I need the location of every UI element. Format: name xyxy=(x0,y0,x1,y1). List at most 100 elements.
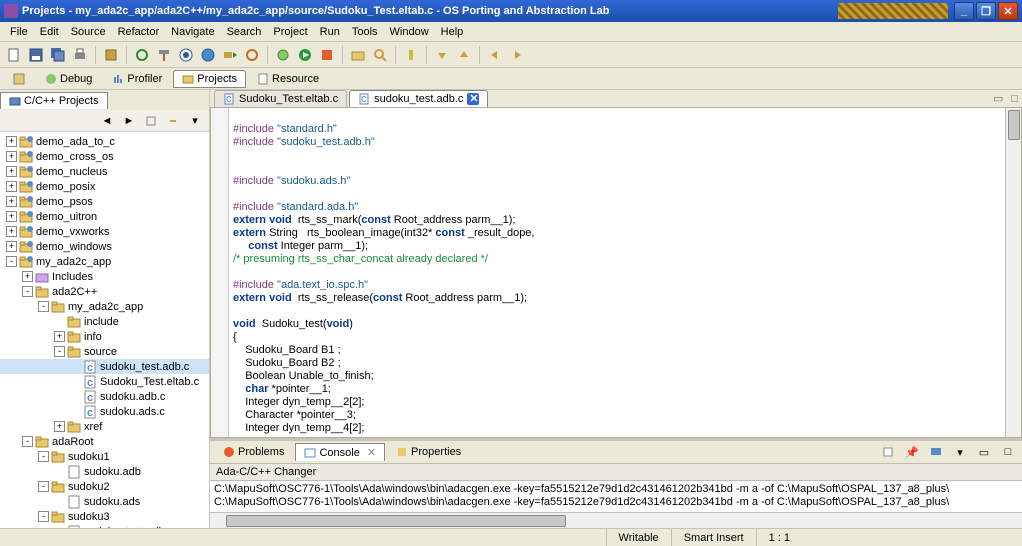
tree-expand-icon[interactable]: + xyxy=(54,331,65,342)
editor-vscrollbar[interactable] xyxy=(1005,108,1021,437)
console-max-icon[interactable]: □ xyxy=(998,442,1018,462)
tree-node[interactable]: +Includes xyxy=(0,269,209,284)
perspective-debug[interactable]: Debug xyxy=(36,70,101,88)
fwd-nav-icon[interactable]: ► xyxy=(119,111,139,131)
tree-node[interactable]: +demo_posix xyxy=(0,179,209,194)
editor-minimize-icon[interactable]: ▭ xyxy=(989,90,1007,107)
editor-content[interactable]: #include "standard.h"#include "sudoku_te… xyxy=(229,108,1005,437)
menu-source[interactable]: Source xyxy=(65,24,112,40)
tree-node[interactable]: -my_ada2c_app xyxy=(0,299,209,314)
projects-view-tab[interactable]: C/C++ Projects xyxy=(0,92,108,109)
tree-node[interactable]: include xyxy=(0,314,209,329)
tree-expand-icon[interactable]: + xyxy=(22,271,33,282)
run-button[interactable] xyxy=(295,45,315,65)
console-tab-close[interactable]: ✕ xyxy=(367,446,376,459)
tree-node[interactable]: -my_ada2c_app xyxy=(0,254,209,269)
console-clear-icon[interactable] xyxy=(878,442,898,462)
tree-node[interactable]: -sudoku2 xyxy=(0,479,209,494)
tree-node[interactable]: +demo_psos xyxy=(0,194,209,209)
new-folder-button[interactable] xyxy=(348,45,368,65)
menu-window[interactable]: Window xyxy=(384,24,435,40)
tree-node[interactable]: csudoku_test.adb.c xyxy=(0,359,209,374)
tree-node[interactable]: sudoku.adb xyxy=(0,464,209,479)
editor-maximize-icon[interactable]: □ xyxy=(1007,91,1022,107)
tree-node[interactable]: csudoku.adb.c xyxy=(0,389,209,404)
next-annot-button[interactable] xyxy=(432,45,452,65)
tree-node[interactable]: csudoku.ads.c xyxy=(0,404,209,419)
tree-expand-icon[interactable]: - xyxy=(38,451,49,462)
console-min-icon[interactable]: ▭ xyxy=(974,442,994,462)
build-button[interactable] xyxy=(101,45,121,65)
console-pin-icon[interactable]: 📌 xyxy=(902,442,922,462)
target-button[interactable] xyxy=(176,45,196,65)
back-button[interactable] xyxy=(485,45,505,65)
menu-search[interactable]: Search xyxy=(221,24,268,40)
code-editor[interactable]: #include "standard.h"#include "sudoku_te… xyxy=(210,107,1022,438)
menu-run[interactable]: Run xyxy=(314,24,346,40)
tree-expand-icon[interactable]: + xyxy=(6,136,17,147)
print-button[interactable] xyxy=(70,45,90,65)
refresh-button[interactable] xyxy=(132,45,152,65)
tree-node[interactable]: -ada2C++ xyxy=(0,284,209,299)
tree-expand-icon[interactable]: - xyxy=(54,346,65,357)
hammer-button[interactable] xyxy=(154,45,174,65)
tree-node[interactable]: cSudoku_Test.eltab.c xyxy=(0,374,209,389)
console-open-icon[interactable]: ▾ xyxy=(950,442,970,462)
properties-tab[interactable]: Properties xyxy=(387,443,470,461)
perspective-profiler[interactable]: Profiler xyxy=(103,70,171,88)
editor-tab-close-icon[interactable]: ✕ xyxy=(467,93,479,105)
save-button[interactable] xyxy=(26,45,46,65)
menu-help[interactable]: Help xyxy=(435,24,470,40)
hscroll-thumb[interactable] xyxy=(226,515,566,527)
console-output[interactable]: C:\MapuSoft\OSC776-1\Tools\Ada\windows\b… xyxy=(210,481,1022,512)
console-hscrollbar[interactable] xyxy=(210,512,1022,528)
mark-button[interactable] xyxy=(401,45,421,65)
link-icon[interactable] xyxy=(163,111,183,131)
menu-project[interactable]: Project xyxy=(267,24,313,40)
restore-button[interactable]: ❐ xyxy=(976,2,996,20)
sync-button[interactable] xyxy=(242,45,262,65)
tree-expand-icon[interactable]: + xyxy=(6,241,17,252)
tree-node[interactable]: -sudoku1 xyxy=(0,449,209,464)
collapse-icon[interactable] xyxy=(141,111,161,131)
project-tree[interactable]: +demo_ada_to_c+demo_cross_os+demo_nucleu… xyxy=(0,132,209,528)
vscroll-thumb[interactable] xyxy=(1008,110,1020,140)
menu-tools[interactable]: Tools xyxy=(346,24,384,40)
tree-expand-icon[interactable]: + xyxy=(6,211,17,222)
tree-node[interactable]: +demo_windows xyxy=(0,239,209,254)
menu-icon[interactable]: ▾ xyxy=(185,111,205,131)
tree-node[interactable]: +info xyxy=(0,329,209,344)
tree-expand-icon[interactable]: + xyxy=(6,226,17,237)
tree-expand-icon[interactable]: + xyxy=(6,166,17,177)
tree-node[interactable]: +demo_uitron xyxy=(0,209,209,224)
forward-button[interactable] xyxy=(507,45,527,65)
console-tab[interactable]: Console✕ xyxy=(295,443,385,461)
tree-expand-icon[interactable]: - xyxy=(38,511,49,522)
console-display-icon[interactable] xyxy=(926,442,946,462)
tree-node[interactable]: +demo_nucleus xyxy=(0,164,209,179)
tree-node[interactable]: -source xyxy=(0,344,209,359)
back-nav-icon[interactable]: ◄ xyxy=(97,111,117,131)
menu-edit[interactable]: Edit xyxy=(34,24,65,40)
tree-expand-icon[interactable]: - xyxy=(22,286,33,297)
problems-tab[interactable]: Problems xyxy=(214,443,293,461)
menu-navigate[interactable]: Navigate xyxy=(165,24,220,40)
tree-node[interactable]: +demo_ada_to_c xyxy=(0,134,209,149)
perspective-open[interactable] xyxy=(4,70,34,88)
globe-button[interactable] xyxy=(198,45,218,65)
prev-annot-button[interactable] xyxy=(454,45,474,65)
tree-node[interactable]: -adaRoot xyxy=(0,434,209,449)
menu-refactor[interactable]: Refactor xyxy=(112,24,166,40)
tree-expand-icon[interactable]: + xyxy=(6,151,17,162)
menu-file[interactable]: File xyxy=(4,24,34,40)
save-all-button[interactable] xyxy=(48,45,68,65)
tree-expand-icon[interactable]: - xyxy=(22,436,33,447)
tree-node[interactable]: -sudoku3 xyxy=(0,509,209,524)
tree-expand-icon[interactable]: + xyxy=(6,181,17,192)
search-button[interactable] xyxy=(370,45,390,65)
tree-node[interactable]: +demo_cross_os xyxy=(0,149,209,164)
editor-tab-0[interactable]: c Sudoku_Test.eltab.c xyxy=(214,90,347,107)
close-button[interactable]: ✕ xyxy=(998,2,1018,20)
tree-expand-icon[interactable]: - xyxy=(38,481,49,492)
tree-node[interactable]: sudoku.ads xyxy=(0,494,209,509)
